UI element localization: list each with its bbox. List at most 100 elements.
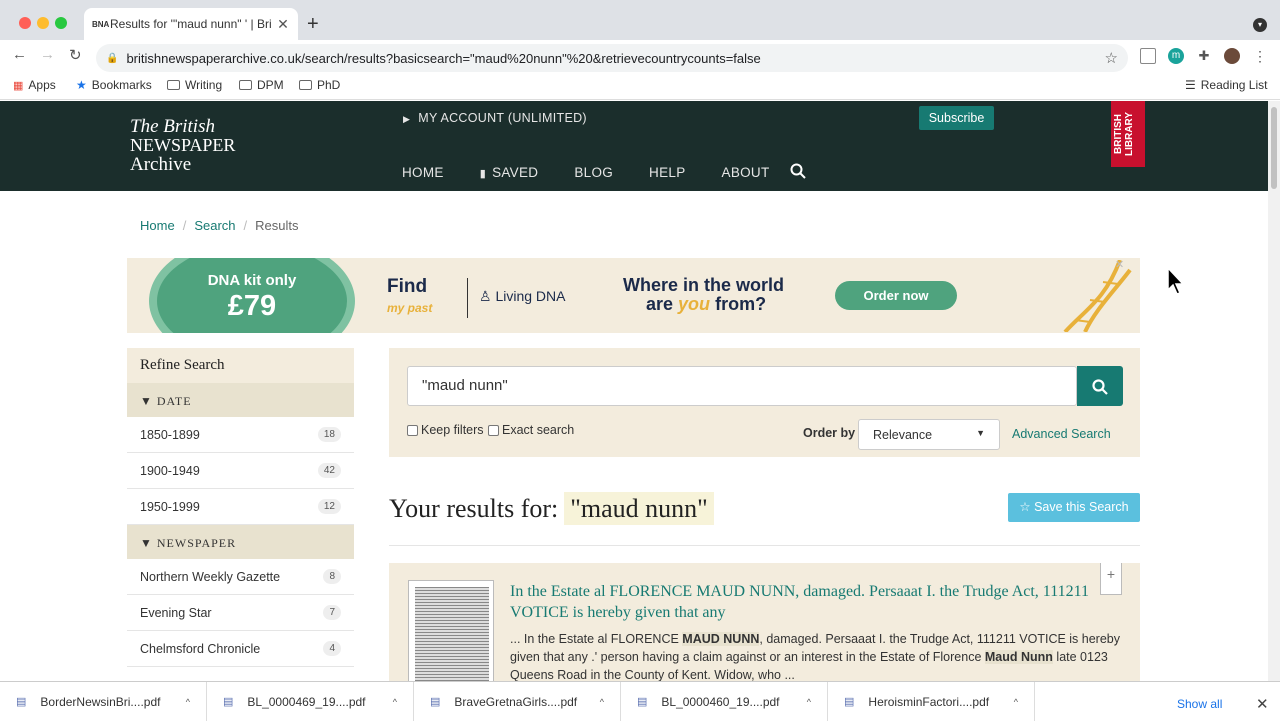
newspaper-filter-header[interactable]: ▼ NEWSPAPER xyxy=(127,525,354,559)
nav-home[interactable]: HOME xyxy=(402,165,444,180)
browser-menu-icon[interactable]: ⋮ xyxy=(1252,48,1268,64)
results-query: "maud nunn" xyxy=(564,492,714,525)
ad-dna-text: DNA kit only xyxy=(207,272,297,289)
my-account-label: MY ACCOUNT (UNLIMITED) xyxy=(418,111,587,125)
filter-item[interactable]: Chelmsford Chronicle 4 xyxy=(127,631,354,667)
snippet-highlight: Maud Nunn xyxy=(984,650,1053,664)
scrollbar-thumb[interactable] xyxy=(1271,107,1277,189)
keep-filters-checkbox[interactable]: Keep filters xyxy=(407,423,484,437)
logo-line1: The British xyxy=(130,116,215,137)
back-icon[interactable]: ← xyxy=(12,46,27,63)
browser-tab[interactable]: BNA Results for '"maud nunn" ' | Bri ✕ xyxy=(84,8,298,40)
bookmark-star-icon[interactable]: ☆ xyxy=(1105,49,1118,67)
bookmark-apps[interactable]: ▦ Apps xyxy=(13,78,56,92)
new-tab-icon[interactable]: + xyxy=(307,13,319,36)
tab-search-icon[interactable]: ▾ xyxy=(1253,18,1267,32)
maximize-window-button[interactable] xyxy=(55,17,67,29)
ad-living-dna-label: Living DNA xyxy=(495,288,566,304)
nav-saved[interactable]: ▮ SAVED xyxy=(480,165,539,180)
advanced-search-link[interactable]: Advanced Search xyxy=(1012,427,1111,441)
page-scrollbar[interactable] xyxy=(1268,101,1280,681)
search-icon xyxy=(1092,378,1108,395)
breadcrumb: Home / Search / Results xyxy=(140,218,299,233)
reader-extension-icon[interactable] xyxy=(1140,48,1156,64)
filter-item[interactable]: 1950-1999 12 xyxy=(127,489,354,525)
newspaper-thumbnail[interactable] xyxy=(408,580,494,690)
result-card[interactable]: In the Estate al FLORENCE MAUD NUNN, dam… xyxy=(389,563,1140,693)
download-item[interactable]: ▤ HeroisminFactori....pdf ^ xyxy=(828,682,1035,721)
filter-count: 8 xyxy=(323,569,341,584)
ad-mypast-label: my past xyxy=(387,301,433,315)
nav-help[interactable]: HELP xyxy=(649,165,685,180)
filter-item[interactable]: Evening Star 7 xyxy=(127,595,354,631)
profile-avatar[interactable] xyxy=(1224,48,1240,64)
reload-icon[interactable]: ↻ xyxy=(69,46,82,64)
ad-close-icon[interactable]: ✕ xyxy=(1115,258,1124,271)
bna-logo[interactable]: The British NEWSPAPER Archive xyxy=(130,117,235,174)
bookmark-writing[interactable]: Writing xyxy=(167,78,222,92)
chevron-up-icon[interactable]: ^ xyxy=(186,697,190,707)
star-icon: ★ xyxy=(76,78,87,92)
order-by-select[interactable]: Relevance ▼ xyxy=(858,419,1000,450)
result-title[interactable]: In the Estate al FLORENCE MAUD NUNN, dam… xyxy=(510,581,1100,623)
close-tab-icon[interactable]: ✕ xyxy=(276,16,290,33)
close-window-button[interactable] xyxy=(19,17,31,29)
ad-banner[interactable]: DNA kit only £79 Find my past ♙ Living D… xyxy=(127,258,1140,333)
results-heading-text: Your results for: xyxy=(389,494,559,523)
filter-item[interactable]: Northern Weekly Gazette 8 xyxy=(127,559,354,595)
bna-favicon-icon: BNA xyxy=(92,19,110,29)
caret-down-icon: ▼ xyxy=(140,536,153,550)
extensions-puzzle-icon[interactable]: ✚ xyxy=(1196,48,1212,64)
filter-item[interactable]: 1850-1899 18 xyxy=(127,417,354,453)
exact-search-checkbox[interactable]: Exact search xyxy=(488,423,574,437)
chevron-up-icon[interactable]: ^ xyxy=(807,697,811,707)
checkbox-box[interactable] xyxy=(488,424,499,436)
filter-item[interactable]: 1900-1949 42 xyxy=(127,453,354,489)
show-all-downloads-button[interactable]: Show all xyxy=(1177,682,1222,721)
ad-question-line1: Where in the world xyxy=(623,275,785,295)
save-search-label: Save this Search xyxy=(1034,500,1129,514)
address-bar[interactable]: 🔒 britishnewspaperarchive.co.uk/search/r… xyxy=(96,44,1128,72)
checkbox-box[interactable] xyxy=(407,424,418,436)
nav-blog[interactable]: BLOG xyxy=(574,165,613,180)
forward-icon[interactable]: → xyxy=(40,46,55,63)
breadcrumb-separator: / xyxy=(243,218,248,233)
search-icon[interactable] xyxy=(790,163,806,179)
close-shelf-icon[interactable]: ✕ xyxy=(1256,695,1269,713)
chevron-up-icon[interactable]: ^ xyxy=(600,697,604,707)
lock-icon: 🔒 xyxy=(106,52,119,64)
bookmark-phd[interactable]: PhD xyxy=(299,78,340,92)
my-account-link[interactable]: ▶ MY ACCOUNT (UNLIMITED) xyxy=(403,111,587,125)
ad-living-dna: ♙ Living DNA xyxy=(479,288,565,305)
add-bookmark-icon[interactable]: + xyxy=(1100,563,1122,595)
subscribe-button[interactable]: Subscribe xyxy=(919,106,994,130)
order-by-value: Relevance xyxy=(873,428,933,442)
mouse-cursor-icon xyxy=(1167,266,1185,295)
date-filter-header[interactable]: ▼ DATE xyxy=(127,383,354,417)
save-search-button[interactable]: ☆ Save this Search xyxy=(1008,493,1140,522)
bookmark-bookmarks[interactable]: ★ Bookmarks xyxy=(76,78,152,92)
filter-label: Northern Weekly Gazette xyxy=(140,569,281,584)
chevron-up-icon[interactable]: ^ xyxy=(1014,697,1018,707)
m-extension-icon[interactable]: m xyxy=(1168,48,1184,64)
download-item[interactable]: ▤ BL_0000469_19....pdf ^ xyxy=(207,682,414,721)
reading-list[interactable]: ☰ Reading List xyxy=(1185,78,1267,92)
download-item[interactable]: ▤ BL_0000460_19....pdf ^ xyxy=(621,682,828,721)
bookmark-dpm[interactable]: DPM xyxy=(239,78,284,92)
breadcrumb-home[interactable]: Home xyxy=(140,218,175,233)
search-input[interactable]: "maud nunn" xyxy=(407,366,1077,406)
nav-about[interactable]: ABOUT xyxy=(722,165,770,180)
chevron-up-icon[interactable]: ^ xyxy=(393,697,397,707)
british-library-logo[interactable]: BRITISH LIBRARY xyxy=(1111,101,1145,167)
search-button[interactable] xyxy=(1077,366,1123,406)
minimize-window-button[interactable] xyxy=(37,17,49,29)
ad-order-button[interactable]: Order now xyxy=(835,281,957,310)
person-icon: ♙ xyxy=(479,288,492,304)
browser-tab-bar: BNA Results for '"maud nunn" ' | Bri ✕ +… xyxy=(0,0,1280,40)
download-item[interactable]: ▤ BraveGretnaGirls....pdf ^ xyxy=(414,682,621,721)
url-text[interactable]: britishnewspaperarchive.co.uk/search/res… xyxy=(126,51,1104,66)
breadcrumb-search[interactable]: Search xyxy=(194,218,235,233)
download-item[interactable]: ▤ BorderNewsinBri....pdf ^ xyxy=(0,682,207,721)
result-snippet: ... In the Estate al FLORENCE MAUD NUNN,… xyxy=(510,630,1122,684)
folder-icon xyxy=(239,80,252,90)
